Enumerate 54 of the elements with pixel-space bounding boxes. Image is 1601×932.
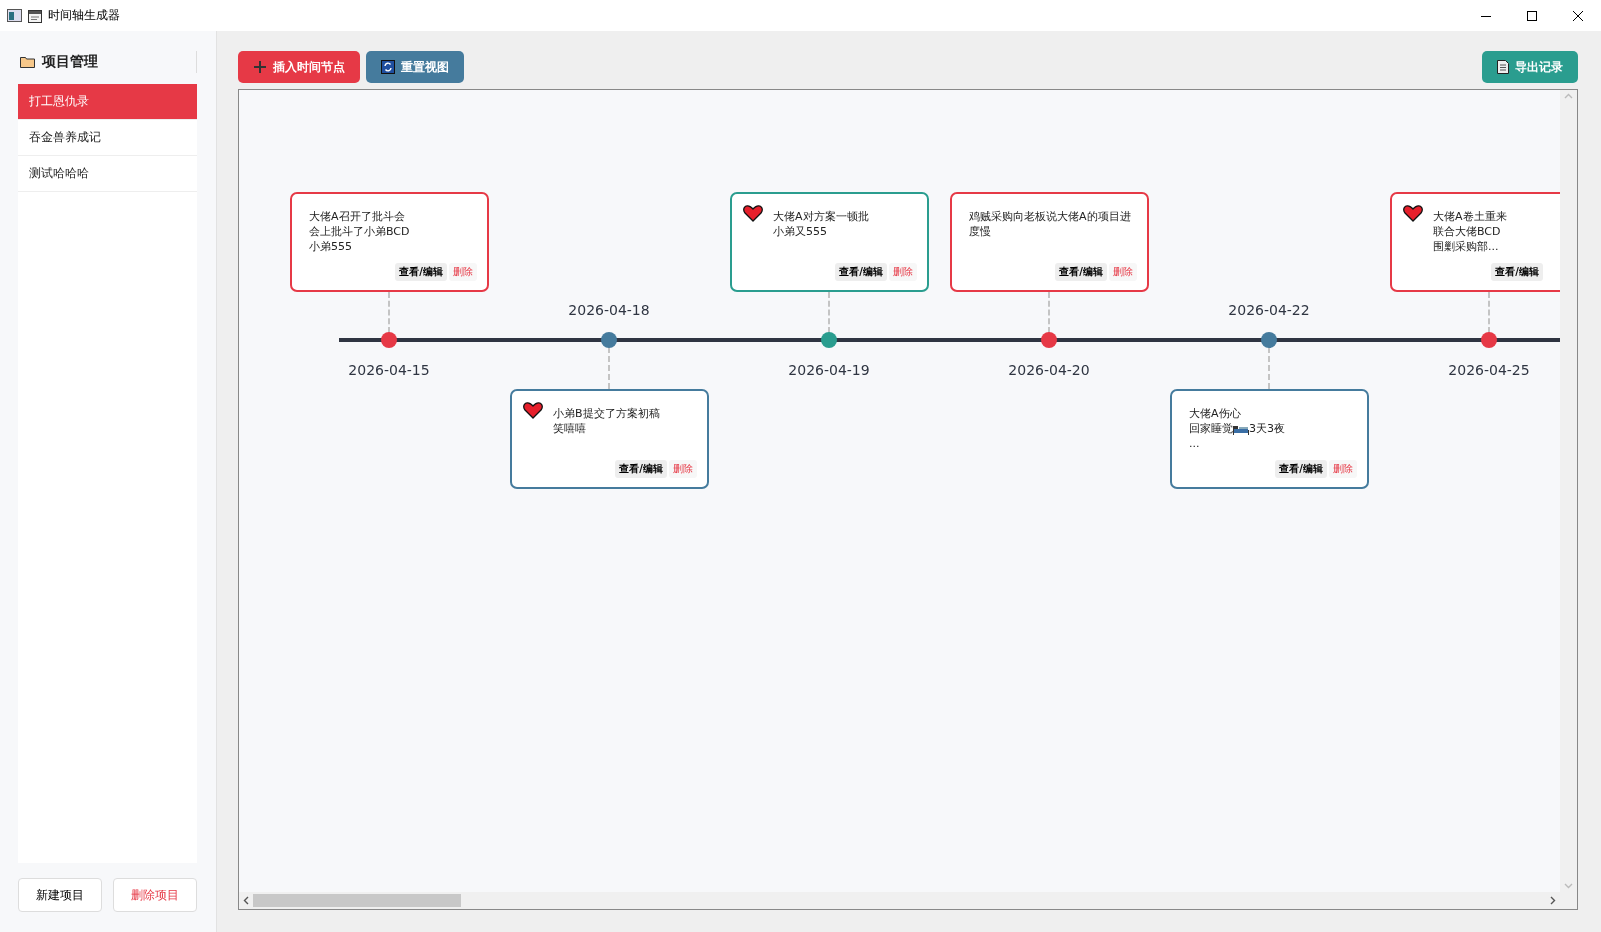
timeline-node[interactable] <box>1481 332 1497 348</box>
date-label: 2026-04-15 <box>347 362 431 378</box>
export-button[interactable]: 导出记录 <box>1482 51 1578 83</box>
delete-button[interactable]: 删除 <box>1109 263 1137 281</box>
date-label: 2026-04-25 <box>1447 362 1531 378</box>
event-text: 小弟B提交了方案初稿 笑嘻嘻 <box>553 406 661 437</box>
scroll-right-icon[interactable] <box>1550 896 1556 905</box>
delete-project-button[interactable]: 删除项目 <box>113 878 197 912</box>
date-label: 2026-04-20 <box>1007 362 1091 378</box>
event-text: 大佬A对方案一顿批 小弟又555 <box>773 209 870 240</box>
new-project-button[interactable]: 新建项目 <box>18 878 102 912</box>
delete-button[interactable]: 删除 <box>1329 460 1357 478</box>
heart-icon <box>523 402 543 419</box>
project-item[interactable]: 打工恩仇录 <box>18 84 197 120</box>
plus-icon <box>253 60 267 74</box>
timeline-node[interactable] <box>1261 332 1277 348</box>
timeline-node[interactable] <box>381 332 397 348</box>
calendar-icon <box>28 8 42 23</box>
timeline-node[interactable] <box>601 332 617 348</box>
refresh-icon <box>381 60 395 74</box>
heart-icon <box>743 205 763 222</box>
document-icon <box>1497 60 1509 74</box>
heart-icon <box>1403 205 1423 222</box>
window-title: 时间轴生成器 <box>48 7 120 24</box>
delete-button[interactable]: 删除 <box>889 263 917 281</box>
timeline-node[interactable] <box>1041 332 1057 348</box>
event-text: 鸡贼采购向老板说大佬A的项目进度慢 <box>969 209 1132 240</box>
folder-icon <box>20 56 36 68</box>
insert-node-button[interactable]: 插入时间节点 <box>238 51 360 83</box>
sidebar-title: 项目管理 <box>42 53 98 71</box>
view-edit-button[interactable]: 查看/编辑 <box>1055 263 1107 281</box>
reset-view-button[interactable]: 重置视图 <box>366 51 464 83</box>
scroll-left-icon[interactable] <box>243 896 249 905</box>
maximize-icon[interactable] <box>1526 9 1538 22</box>
project-item[interactable]: 吞金兽养成记 <box>18 120 197 156</box>
view-edit-button[interactable]: 查看/编辑 <box>1491 263 1543 281</box>
timeline-node[interactable] <box>821 332 837 348</box>
bed-icon <box>1233 423 1249 435</box>
project-item[interactable]: 测试哈哈哈 <box>18 156 197 192</box>
view-edit-button[interactable]: 查看/编辑 <box>835 263 887 281</box>
delete-button[interactable]: 删除 <box>669 460 697 478</box>
app-icon <box>7 9 22 22</box>
close-icon[interactable] <box>1572 9 1584 22</box>
scrollbar-thumb[interactable] <box>253 894 461 907</box>
date-label: 2026-04-22 <box>1227 302 1311 318</box>
view-edit-button[interactable]: 查看/编辑 <box>395 263 447 281</box>
view-edit-button[interactable]: 查看/编辑 <box>615 460 667 478</box>
date-label: 2026-04-19 <box>787 362 871 378</box>
event-text: 大佬A卷土重来 联合大佬BCD 围剿采购部... <box>1433 209 1508 255</box>
view-edit-button[interactable]: 查看/编辑 <box>1275 460 1327 478</box>
event-text: 大佬A伤心 回家睡觉 3天3夜 ... <box>1189 406 1286 452</box>
event-text: 大佬A召开了批斗会 会上批斗了小弟BCD 小弟555 <box>309 209 411 255</box>
date-label: 2026-04-18 <box>567 302 651 318</box>
delete-button[interactable]: 删除 <box>449 263 477 281</box>
